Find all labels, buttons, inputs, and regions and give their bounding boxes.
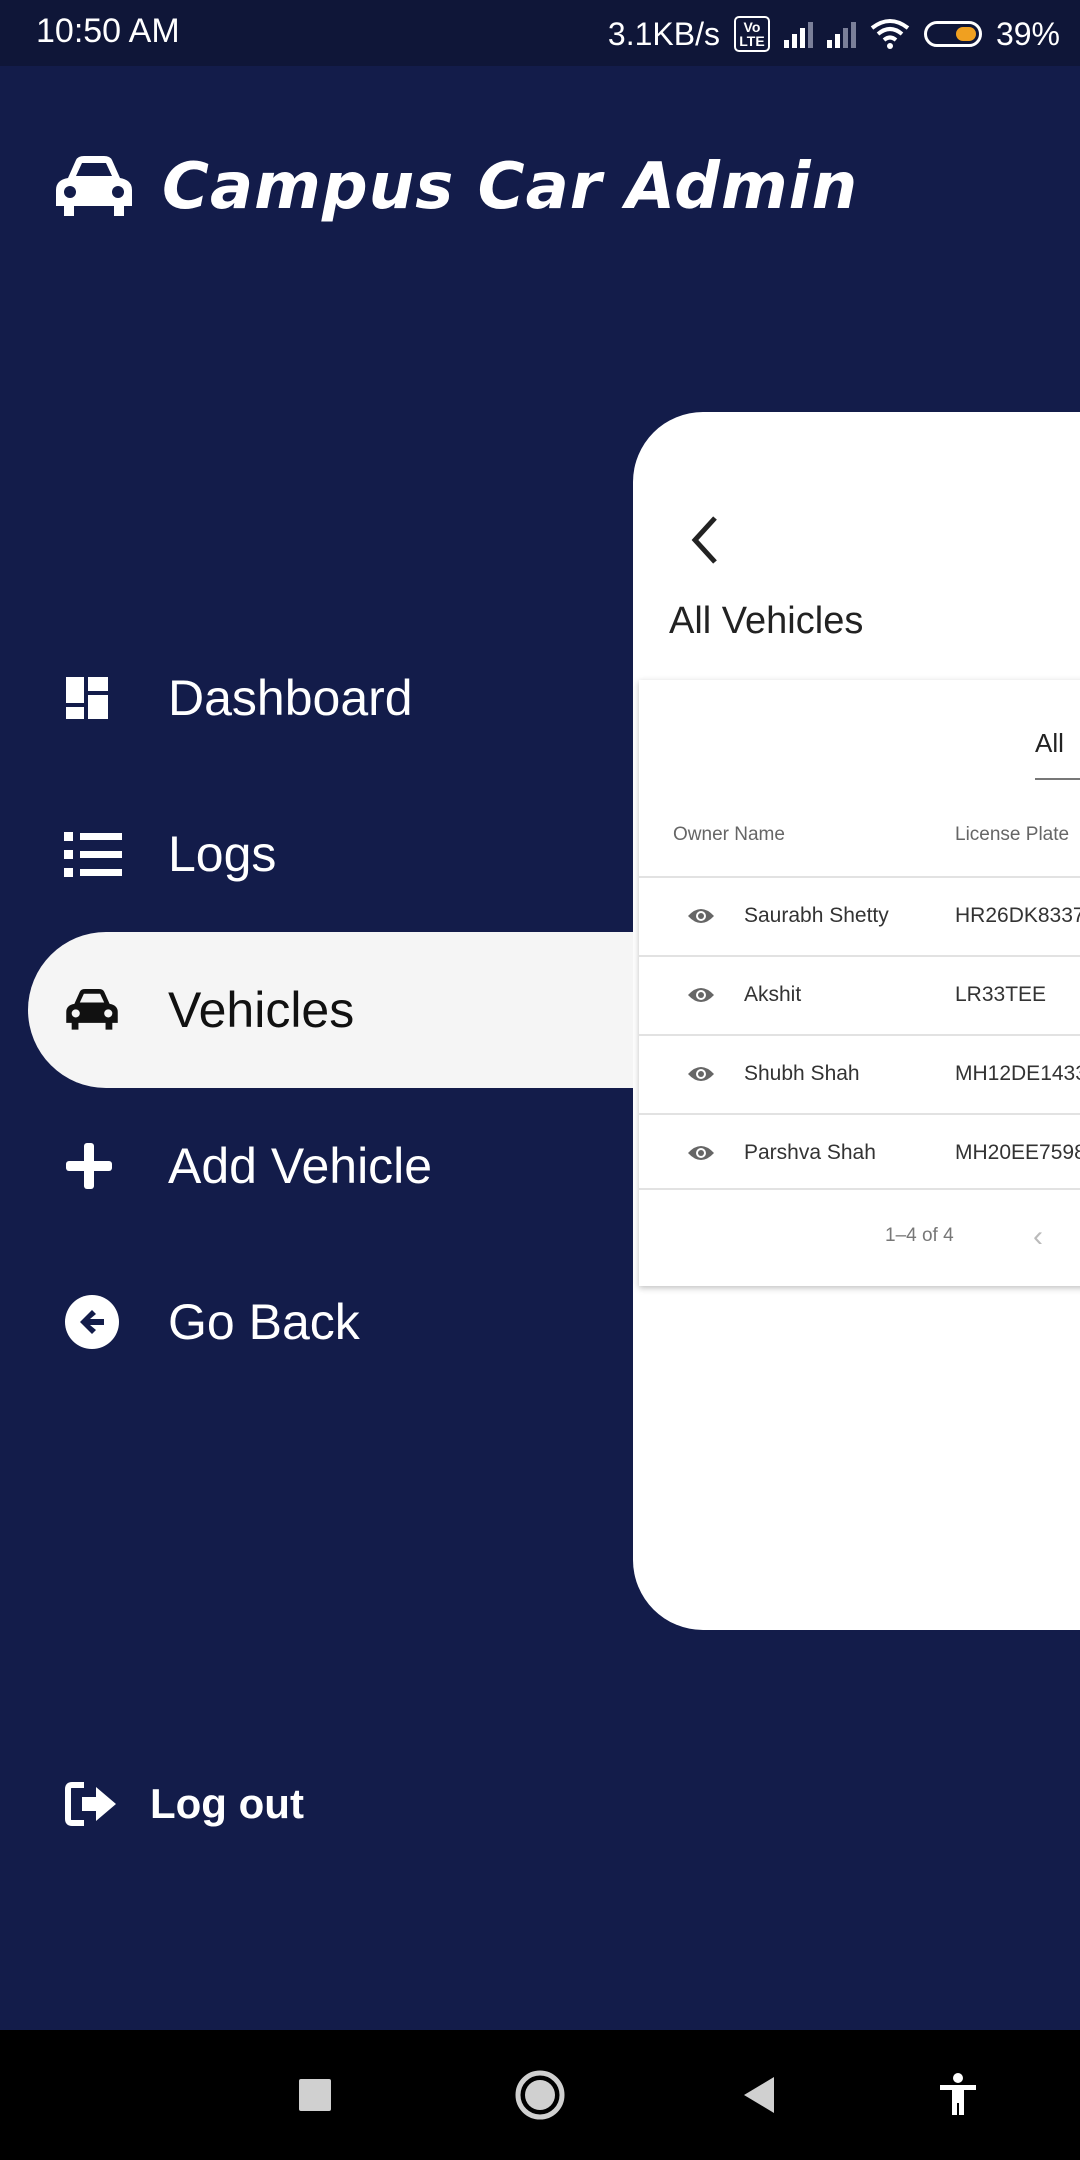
pagination-text: 1–4 of 4 [885,1225,954,1246]
eye-icon[interactable] [687,1141,715,1165]
eye-icon[interactable] [687,1062,715,1086]
column-header-owner[interactable]: Owner Name [673,824,785,846]
signal-icon-2 [826,20,856,48]
status-time: 10:50 AM [36,12,180,50]
license-plate: HR26DK8337 [955,904,1080,927]
home-button[interactable] [514,2030,566,2160]
vehicles-card: All Vehicles All Owner Name License Plat… [633,412,1080,1630]
square-icon [299,2079,331,2111]
logout-button[interactable]: Log out [64,1780,304,1828]
menu-item-label: Logs [168,826,277,882]
plus-icon [64,1136,140,1196]
car-icon [56,156,132,216]
accessibility-icon [940,2073,976,2115]
eye-icon[interactable] [687,983,715,1007]
arrow-left-circle-icon [64,1292,140,1352]
page-title: All Vehicles [669,600,864,642]
filter-select[interactable]: All [1035,728,1080,780]
owner-name: Parshva Shah [744,1141,876,1164]
menu-item-label: Add Vehicle [168,1138,433,1194]
app-title: Campus Car Admin [162,150,859,224]
owner-name: Akshit [744,983,802,1006]
battery-percent: 39% [995,15,1060,52]
vehicles-table: All Owner Name License Plate Saurabh She… [639,680,1080,1286]
signal-icon [783,20,813,48]
menu-item-logs[interactable]: Logs [28,776,728,932]
menu-item-dashboard[interactable]: Dashboard [28,620,728,776]
wifi-icon [870,19,910,49]
menu-item-go-back[interactable]: Go Back [28,1244,728,1400]
car-icon [64,980,140,1040]
status-bar: 10:50 AM 3.1KB/s Vo LTE 39% [0,0,1080,66]
back-button[interactable] [742,2030,776,2160]
menu-item-add-vehicle[interactable]: Add Vehicle [28,1088,728,1244]
logout-icon [65,1782,116,1826]
column-header-plate[interactable]: License Plate [955,824,1069,846]
owner-name: Saurabh Shetty [744,904,889,927]
network-speed: 3.1KB/s [607,15,720,52]
table-row[interactable]: Saurabh Shetty HR26DK8337 [639,876,1080,955]
menu-item-label: Vehicles [168,982,355,1038]
chevron-left-icon[interactable] [681,510,731,570]
battery-icon [923,21,982,47]
license-plate: MH20EE7598 [955,1141,1080,1164]
table-row[interactable]: Parshva Shah MH20EE7598 [639,1113,1080,1192]
list-icon [64,824,140,884]
dashboard-icon [64,668,140,728]
menu-item-label: Dashboard [168,670,413,726]
circle-icon [515,2070,565,2120]
status-indicators: 3.1KB/s Vo LTE 39% [608,12,1060,56]
accessibility-button[interactable] [938,2030,978,2160]
table-row[interactable]: Shubh Shah MH12DE1433 [639,1034,1080,1113]
owner-name: Shubh Shah [744,1062,860,1085]
table-row[interactable]: Akshit LR33TEE [639,955,1080,1034]
license-plate: LR33TEE [955,983,1047,1006]
triangle-back-icon [744,2077,774,2113]
license-plate: MH12DE1433 [955,1062,1080,1085]
volte-icon: Vo LTE [733,16,770,52]
menu-item-vehicles[interactable]: Vehicles [28,932,728,1088]
menu-item-label: Go Back [168,1294,360,1350]
logout-label: Log out [150,1780,304,1827]
recents-button[interactable] [298,2030,332,2160]
divider [639,1188,1080,1190]
navigation-bar [0,2030,1080,2160]
eye-icon[interactable] [687,904,715,928]
app-header: Campus Car Admin [54,150,858,224]
chevron-left-icon[interactable]: ‹ [1033,1220,1043,1254]
